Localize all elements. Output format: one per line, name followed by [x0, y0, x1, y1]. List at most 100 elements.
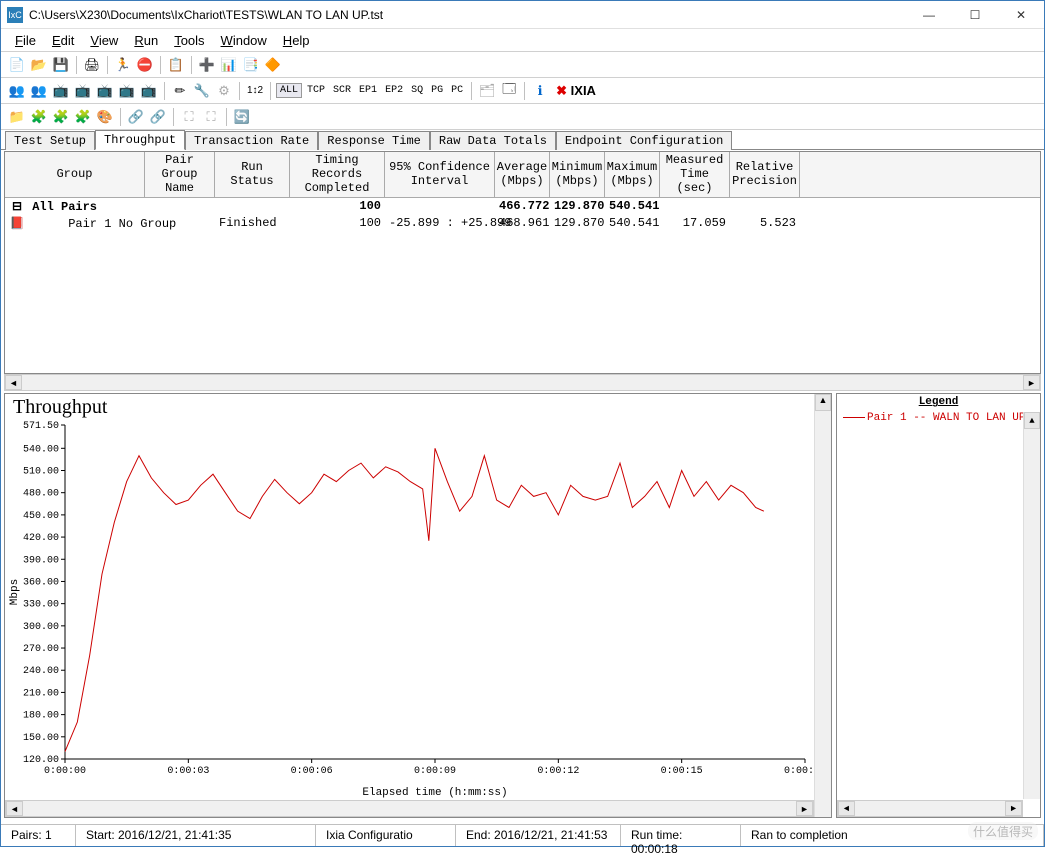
tool-icon-6[interactable]: 🔧: [192, 81, 212, 101]
link-icon-2[interactable]: 🔗: [148, 107, 168, 127]
cell: 5.523: [730, 216, 800, 231]
minimize-button[interactable]: —: [906, 1, 952, 29]
tab-response-time[interactable]: Response Time: [318, 131, 430, 150]
cell: 129.870: [550, 199, 605, 214]
expand-icon[interactable]: ⛶: [179, 107, 199, 127]
close-button[interactable]: ✕: [998, 1, 1044, 29]
menu-edit[interactable]: Edit: [44, 31, 82, 50]
svg-text:150.00: 150.00: [23, 733, 59, 744]
column-header[interactable]: 95% ConfidenceInterval: [385, 152, 495, 197]
window-title: C:\Users\X230\Documents\IxChariot\TESTS\…: [29, 8, 906, 22]
scroll-up-icon[interactable]: ▲: [815, 394, 831, 411]
sort-icon[interactable]: 1↕2: [245, 81, 265, 101]
filter-sq-button[interactable]: SQ: [408, 84, 426, 97]
column-header[interactable]: Run Status: [215, 152, 290, 197]
column-header[interactable]: Maximum(Mbps): [605, 152, 660, 197]
new-icon[interactable]: 📄: [7, 55, 27, 75]
column-header[interactable]: Pair GroupName: [145, 152, 215, 197]
pair-icon-2[interactable]: 👥: [29, 81, 49, 101]
throughput-chart: 120.00150.00180.00210.00240.00270.00300.…: [5, 421, 815, 801]
group-icon-3[interactable]: 🧩: [51, 107, 71, 127]
scroll-left-icon[interactable]: ◄: [838, 801, 855, 816]
menu-view[interactable]: View: [82, 31, 126, 50]
filter-all-button[interactable]: ALL: [276, 83, 302, 98]
menu-window[interactable]: Window: [213, 31, 275, 50]
chart-scrollbar-h[interactable]: ◄►: [5, 800, 814, 817]
column-header[interactable]: Average(Mbps): [495, 152, 550, 197]
svg-text:0:00:03: 0:00:03: [167, 766, 209, 777]
column-header[interactable]: MeasuredTime (sec): [660, 152, 730, 197]
pair-icon[interactable]: 👥: [7, 81, 27, 101]
svg-text:480.00: 480.00: [23, 489, 59, 500]
edit-icon[interactable]: ✏: [170, 81, 190, 101]
column-header[interactable]: Timing RecordsCompleted: [290, 152, 385, 197]
chart-scrollbar-v[interactable]: ▲: [814, 394, 831, 817]
filter-ep1-button[interactable]: EP1: [356, 84, 380, 97]
view-icon[interactable]: 🗂: [477, 81, 497, 101]
palette-icon[interactable]: 🎨: [95, 107, 115, 127]
menu-file[interactable]: File: [7, 31, 44, 50]
table-row[interactable]: ⊟ All Pairs100466.772129.870540.541: [5, 198, 1040, 215]
group-icon[interactable]: 📁: [7, 107, 27, 127]
tab-test-setup[interactable]: Test Setup: [5, 131, 95, 150]
device-icon-3[interactable]: 📺: [95, 81, 115, 101]
scroll-up-icon[interactable]: ▲: [1024, 412, 1040, 429]
info-icon[interactable]: ℹ: [530, 81, 550, 101]
scroll-left-icon[interactable]: ◄: [5, 375, 22, 390]
svg-text:390.00: 390.00: [23, 556, 59, 567]
refresh-icon[interactable]: 🔄: [232, 107, 252, 127]
tab-throughput[interactable]: Throughput: [95, 130, 185, 150]
tool-icon-7[interactable]: ⚙: [214, 81, 234, 101]
menu-tools[interactable]: Tools: [166, 31, 212, 50]
tool-icon[interactable]: 📋: [166, 55, 186, 75]
legend-scrollbar-h[interactable]: ◄►: [837, 800, 1023, 817]
stop-icon[interactable]: ⛔: [135, 55, 155, 75]
filter-scr-button[interactable]: SCR: [330, 84, 354, 97]
scroll-right-icon[interactable]: ►: [1023, 375, 1040, 390]
save-icon[interactable]: 💾: [51, 55, 71, 75]
menu-run[interactable]: Run: [126, 31, 166, 50]
tab-transaction-rate[interactable]: Transaction Rate: [185, 131, 318, 150]
legend-entry: Pair 1 -- WALN TO LAN UP: [837, 410, 1040, 426]
view-icon-2[interactable]: 🗔: [499, 81, 519, 101]
column-header[interactable]: Group: [5, 152, 145, 197]
menu-help[interactable]: Help: [275, 31, 318, 50]
group-icon-2[interactable]: 🧩: [29, 107, 49, 127]
tab-endpoint-config[interactable]: Endpoint Configuration: [556, 131, 732, 150]
cell: 129.870: [550, 216, 605, 231]
device-icon[interactable]: 📺: [51, 81, 71, 101]
open-icon[interactable]: 📂: [29, 55, 49, 75]
print-icon[interactable]: 🖨: [82, 55, 102, 75]
scroll-left-icon[interactable]: ◄: [6, 801, 23, 816]
device-icon-4[interactable]: 📺: [117, 81, 137, 101]
svg-text:Elapsed time (h:mm:ss): Elapsed time (h:mm:ss): [362, 787, 507, 799]
column-header[interactable]: RelativePrecision: [730, 152, 800, 197]
cell: [145, 199, 215, 214]
column-header[interactable]: Minimum(Mbps): [550, 152, 605, 197]
tab-raw-data[interactable]: Raw Data Totals: [430, 131, 556, 150]
cell: [385, 199, 495, 214]
run-icon[interactable]: 🏃: [113, 55, 133, 75]
filter-ep2-button[interactable]: EP2: [382, 84, 406, 97]
device-icon-2[interactable]: 📺: [73, 81, 93, 101]
legend-scrollbar[interactable]: ▲: [1023, 412, 1040, 799]
tool-icon-3[interactable]: 📊: [219, 55, 239, 75]
tool-icon-4[interactable]: 📑: [241, 55, 261, 75]
table-row[interactable]: 📕 Pair 1 No GroupFinished100-25.899 : +2…: [5, 215, 1040, 232]
collapse-icon[interactable]: ⛶: [201, 107, 221, 127]
maximize-button[interactable]: ☐: [952, 1, 998, 29]
grid-scrollbar[interactable]: ◄ ►: [4, 374, 1041, 391]
filter-pg-button[interactable]: PG: [428, 84, 446, 97]
scroll-right-icon[interactable]: ►: [796, 801, 813, 816]
tool-icon-2[interactable]: ➕: [197, 55, 217, 75]
filter-pc-button[interactable]: PC: [448, 84, 466, 97]
tool-icon-5[interactable]: 🔶: [263, 55, 283, 75]
device-icon-5[interactable]: 📺: [139, 81, 159, 101]
legend-panel: Legend Pair 1 -- WALN TO LAN UP ▲ ◄►: [836, 393, 1041, 818]
svg-text:510.00: 510.00: [23, 467, 59, 478]
scroll-right-icon[interactable]: ►: [1005, 801, 1022, 816]
link-icon[interactable]: 🔗: [126, 107, 146, 127]
group-icon-4[interactable]: 🧩: [73, 107, 93, 127]
filter-tcp-button[interactable]: TCP: [304, 84, 328, 97]
svg-text:360.00: 360.00: [23, 578, 59, 589]
